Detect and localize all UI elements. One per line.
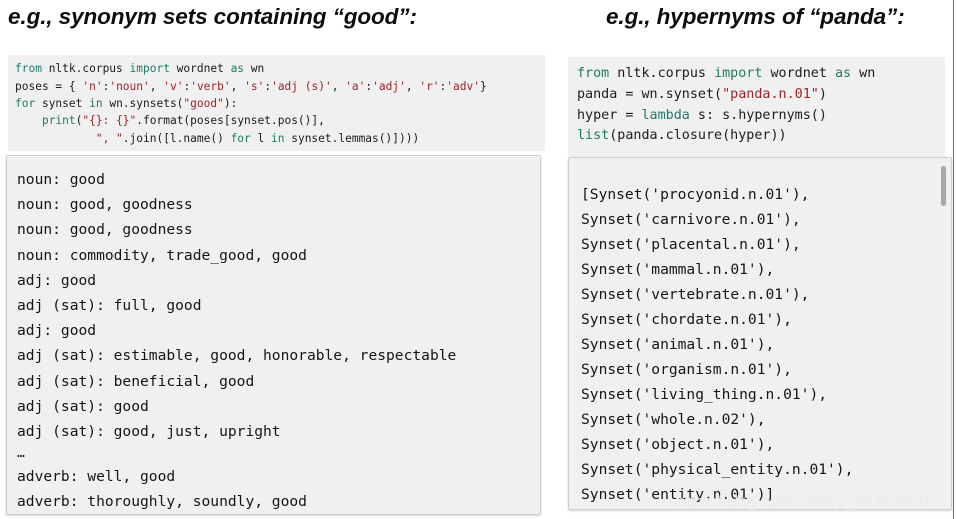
output-line: Synset('chordate.n.01'), <box>581 311 792 328</box>
left-code-block: from nltk.corpus import wordnet as wn po… <box>8 55 545 152</box>
left-column-title: e.g., synonym sets containing “good”: <box>8 4 417 29</box>
output-line: Synset('vertebrate.n.01'), <box>581 286 810 303</box>
output-line: adverb: thoroughly, soundly, good <box>17 493 307 511</box>
slide-canvas: e.g., synonym sets containing “good”: fr… <box>0 0 957 519</box>
vertical-scrollbar-thumb[interactable] <box>941 166 946 206</box>
output-line: Synset('organism.n.01'), <box>581 361 792 378</box>
right-output-box[interactable]: [Synset('procyonid.n.01'), Synset('carni… <box>568 157 952 510</box>
output-line: adj (sat): full, good <box>17 296 202 314</box>
output-line: adj: good <box>17 271 97 289</box>
output-line: adj: good <box>17 322 97 340</box>
output-line: noun: good, goodness <box>17 196 193 214</box>
output-line: noun: good <box>17 171 105 188</box>
output-line: adj (sat): beneficial, good <box>17 372 255 390</box>
output-line: adverb: well, good <box>17 468 176 486</box>
output-line: Synset('mammal.n.01'), <box>581 261 775 278</box>
output-line: noun: good, goodness <box>17 221 193 239</box>
right-code-block: from nltk.corpus import wordnet as wn pa… <box>568 57 945 158</box>
output-line: Synset('living_thing.n.01'), <box>581 386 828 403</box>
output-ellipsis: … <box>17 446 26 462</box>
slide-right-edge-line <box>953 0 954 519</box>
output-line: adj (sat): good, just, upright <box>17 422 281 440</box>
output-line: adj (sat): estimable, good, honorable, r… <box>17 347 457 365</box>
output-line: [Synset('procyonid.n.01'), <box>581 186 810 203</box>
output-line: Synset('whole.n.02'), <box>581 411 766 428</box>
vertical-scrollbar-track[interactable] <box>941 160 949 509</box>
output-line: adj (sat): good <box>17 397 149 415</box>
output-line: Synset('placental.n.01'), <box>581 236 801 253</box>
output-line: Synset('animal.n.01'), <box>581 336 775 353</box>
output-line: noun: commodity, trade_good, good <box>17 246 307 264</box>
left-output-box[interactable]: noun: good noun: good, goodness noun: go… <box>6 155 541 515</box>
output-line: Synset('physical_entity.n.01'), <box>581 461 854 478</box>
output-line: Synset('object.n.01'), <box>581 436 775 453</box>
output-line: Synset('carnivore.n.01'), <box>581 211 801 228</box>
output-line: Synset('entity.n.01')] <box>581 486 775 503</box>
right-column-title: e.g., hypernyms of “panda”: <box>606 4 905 29</box>
